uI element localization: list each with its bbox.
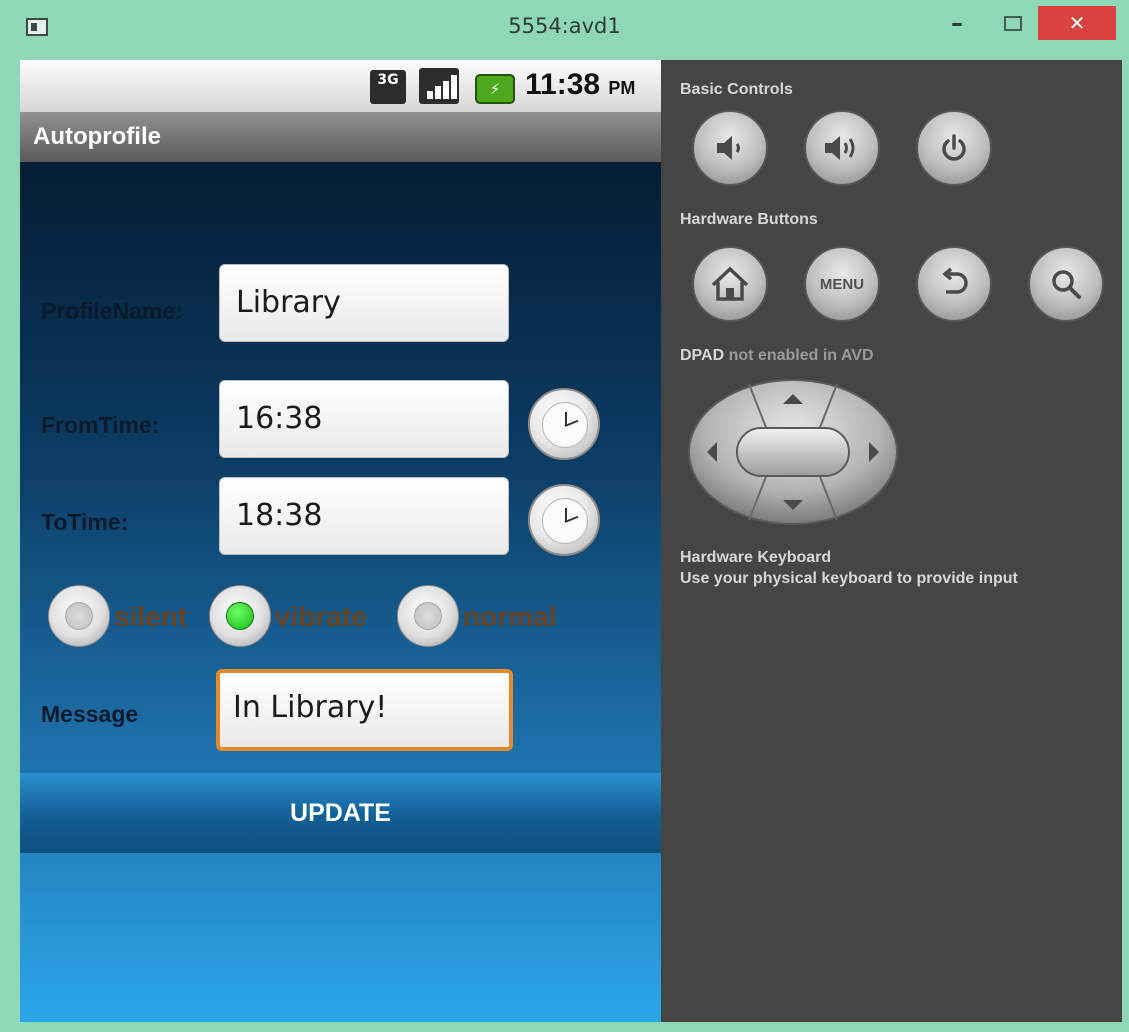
from-time-label: FromTime:	[41, 412, 160, 438]
maximize-button[interactable]	[993, 6, 1033, 40]
profile-name-field[interactable]: Library	[219, 264, 509, 342]
power-button[interactable]	[916, 110, 992, 186]
home-button[interactable]	[692, 246, 768, 322]
signal-icon	[419, 68, 459, 104]
menu-button-label: MENU	[819, 275, 865, 293]
back-button[interactable]	[916, 246, 992, 322]
dpad[interactable]	[687, 378, 899, 526]
controls-panel: Basic Controls Hardware Buttons MENU DPA…	[661, 60, 1122, 1022]
network-3g-icon: 3G	[370, 70, 406, 104]
volume-down-button[interactable]	[692, 110, 768, 186]
minimize-button[interactable]: –	[937, 6, 977, 40]
profile-name-label: ProfileName:	[41, 298, 183, 324]
home-icon	[711, 266, 749, 301]
power-icon	[942, 134, 966, 161]
device-screen: 3G ⚡ 11:38 PM Autoprofile ProfileName: L…	[20, 60, 661, 1022]
status-ampm: PM	[608, 78, 636, 98]
to-time-field[interactable]: 18:38	[219, 477, 509, 555]
hardware-buttons-heading: Hardware Buttons	[680, 211, 818, 228]
volume-down-icon	[717, 136, 740, 160]
message-label: Message	[41, 701, 139, 727]
from-time-clock-icon[interactable]	[528, 388, 600, 460]
to-time-label: ToTime:	[41, 509, 129, 535]
from-time-field[interactable]: 16:38	[219, 380, 509, 458]
search-icon	[1052, 270, 1081, 299]
to-time-clock-icon[interactable]	[528, 484, 600, 556]
dpad-note: not enabled in AVD	[724, 347, 874, 364]
keyboard-description: Use your physical keyboard to provide in…	[680, 570, 1018, 587]
radio-vibrate-label: vibrate	[275, 601, 367, 632]
update-button-label: UPDATE	[290, 799, 391, 827]
dpad-status: DPAD not enabled in AVD	[680, 347, 874, 365]
message-field[interactable]: In Library!	[216, 669, 513, 751]
app-title-bar: Autoprofile	[20, 112, 661, 162]
title-bar[interactable]: 5554:avd1 – ✕	[0, 0, 1129, 58]
back-icon	[942, 267, 968, 294]
dpad-label: DPAD	[680, 347, 725, 364]
status-time-value: 11:38	[525, 68, 601, 101]
battery-icon: ⚡	[475, 74, 515, 104]
radio-silent-label: silent	[114, 601, 188, 632]
maximize-icon	[1004, 16, 1022, 31]
radio-normal[interactable]	[397, 585, 459, 647]
keyboard-heading: Hardware Keyboard	[680, 549, 832, 566]
menu-button[interactable]: MENU	[804, 246, 880, 322]
radio-vibrate[interactable]	[209, 585, 271, 647]
basic-controls-heading: Basic Controls	[680, 81, 793, 98]
radio-silent[interactable]	[48, 585, 110, 647]
volume-up-button[interactable]	[804, 110, 880, 186]
app-title: Autoprofile	[33, 123, 161, 150]
update-button[interactable]: UPDATE	[20, 773, 661, 853]
emulator-window: 5554:avd1 – ✕ 3G ⚡ 11:38 PM Autoprofile …	[0, 0, 1129, 1032]
search-button[interactable]	[1028, 246, 1104, 322]
status-time: 11:38 PM	[525, 68, 635, 102]
close-button[interactable]: ✕	[1038, 6, 1116, 40]
status-bar: 3G ⚡ 11:38 PM	[20, 60, 661, 112]
radio-normal-label: normal	[463, 601, 557, 632]
volume-up-icon	[825, 136, 855, 160]
